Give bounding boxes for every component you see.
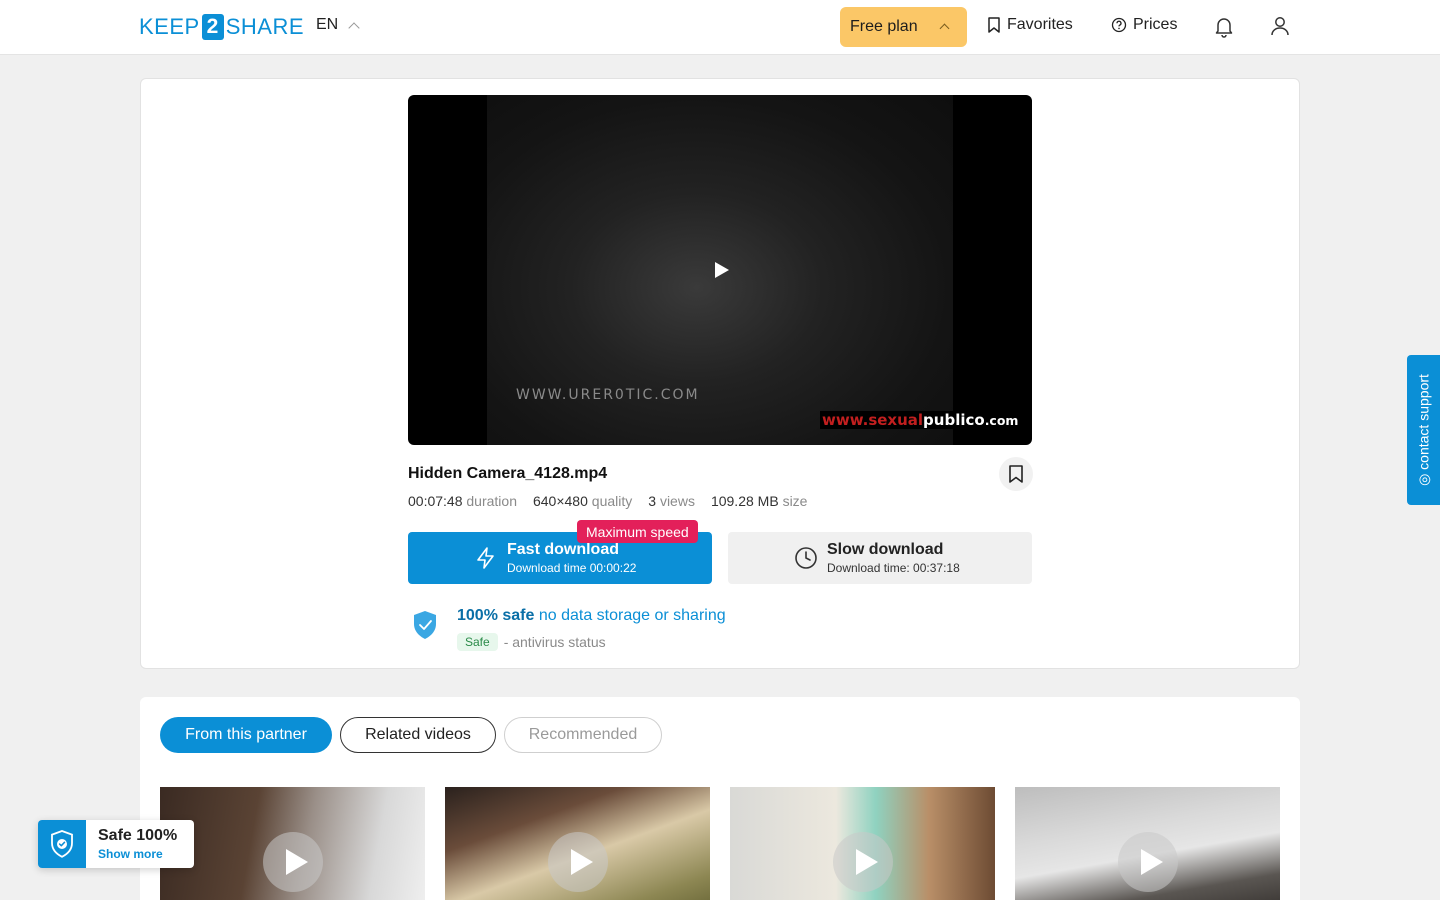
show-more-link[interactable]: Show more [98, 847, 163, 861]
shield-check-icon [414, 611, 436, 639]
size-value: 109.28 MB [710, 493, 779, 509]
prices-link[interactable]: Prices [1111, 16, 1177, 34]
status-badge: Safe [457, 633, 498, 651]
plan-dropdown[interactable]: Free plan [840, 7, 967, 47]
play-circle-icon [833, 832, 893, 892]
safety-bold: 100% safe [457, 607, 535, 624]
duration-value: 00:07:48 [408, 493, 463, 509]
meta-duration: 00:07:48 duration [408, 493, 517, 509]
tab-related-videos[interactable]: Related videos [340, 717, 496, 753]
views-value: 3 [648, 493, 657, 509]
top-header: KEEP 2 SHARE EN Free plan Favorites Pric… [0, 0, 1440, 55]
play-circle-icon [1118, 832, 1178, 892]
video-brand-logo: www.sexualpublico.com [820, 411, 1021, 429]
video-thumbnail[interactable] [730, 787, 995, 900]
file-name: Hidden Camera_4128.mp4 [408, 465, 608, 482]
chevron-up-icon [939, 23, 950, 34]
play-circle-icon [263, 832, 323, 892]
bell-icon[interactable] [1212, 14, 1236, 38]
duration-label: duration [466, 493, 517, 509]
prices-label: Prices [1133, 16, 1178, 33]
meta-size: 109.28 MB size [711, 493, 808, 509]
tab-from-partner[interactable]: From this partner [160, 717, 332, 753]
contact-support-label: ◎ contact support [1415, 374, 1431, 486]
language-label: EN [316, 16, 339, 33]
logo-text-right: SHARE [225, 14, 304, 39]
safe-widget-title: Safe 100% [98, 827, 178, 844]
clock-icon [795, 547, 817, 569]
plan-label: Free plan [850, 18, 918, 35]
file-meta: 00:07:48 duration 640×480 quality 3 view… [408, 493, 807, 509]
safety-text: no data storage or sharing [538, 607, 726, 624]
bookmark-icon [988, 17, 1000, 33]
video-watermark: WWW.URER0TIC.COM [516, 387, 700, 403]
max-speed-badge: Maximum speed [577, 520, 698, 543]
size-label: size [782, 493, 808, 509]
quality-value: 640×480 [532, 493, 588, 509]
antivirus-status: Safe - antivirus status [457, 633, 606, 651]
status-text: - antivirus status [503, 634, 606, 650]
fast-download-time: Download time 00:00:22 [507, 561, 637, 575]
play-circle-icon [548, 832, 608, 892]
brand-prefix: www. [822, 411, 869, 429]
video-player[interactable]: WWW.URER0TIC.COM www.sexualpublico.com [408, 95, 1032, 445]
safe-widget[interactable]: Safe 100% Show more [38, 820, 194, 868]
meta-quality: 640×480 quality [533, 493, 632, 509]
tab-recommended[interactable]: Recommended [504, 717, 662, 753]
video-thumbnail[interactable] [160, 787, 425, 900]
video-thumbnail[interactable] [1015, 787, 1280, 900]
chevron-up-icon [348, 21, 360, 34]
meta-views: 3 views [648, 493, 695, 509]
safety-statement[interactable]: 100% safe no data storage or sharing [457, 607, 726, 625]
slow-download-label: Slow download [827, 541, 944, 558]
fast-download-label: Fast download [507, 541, 619, 558]
contact-support-tab[interactable]: ◎ contact support [1407, 355, 1440, 505]
shield-check-icon [38, 820, 86, 868]
video-thumbnail[interactable] [445, 787, 710, 900]
user-icon[interactable] [1268, 14, 1292, 38]
brand-suffix: .com [984, 413, 1019, 428]
lightning-icon [477, 547, 494, 569]
language-selector[interactable]: EN [316, 16, 360, 34]
slow-download-button[interactable]: Slow download Download time: 00:37:18 [728, 532, 1032, 584]
add-favorite-button[interactable] [999, 457, 1033, 491]
slow-download-time: Download time: 00:37:18 [827, 561, 960, 575]
play-icon[interactable] [715, 262, 729, 278]
logo-text-left: KEEP [139, 14, 200, 39]
bookmark-icon [1009, 465, 1023, 483]
brand-white: publico [923, 411, 985, 429]
quality-label: quality [591, 493, 633, 509]
brand-red: sexual [868, 411, 924, 429]
help-circle-icon [1111, 17, 1127, 33]
favorites-label: Favorites [1007, 16, 1073, 33]
favorites-link[interactable]: Favorites [987, 16, 1073, 34]
views-label: views [659, 493, 695, 509]
logo-badge: 2 [201, 14, 224, 40]
keep2share-logo[interactable]: KEEP 2 SHARE [139, 13, 304, 41]
